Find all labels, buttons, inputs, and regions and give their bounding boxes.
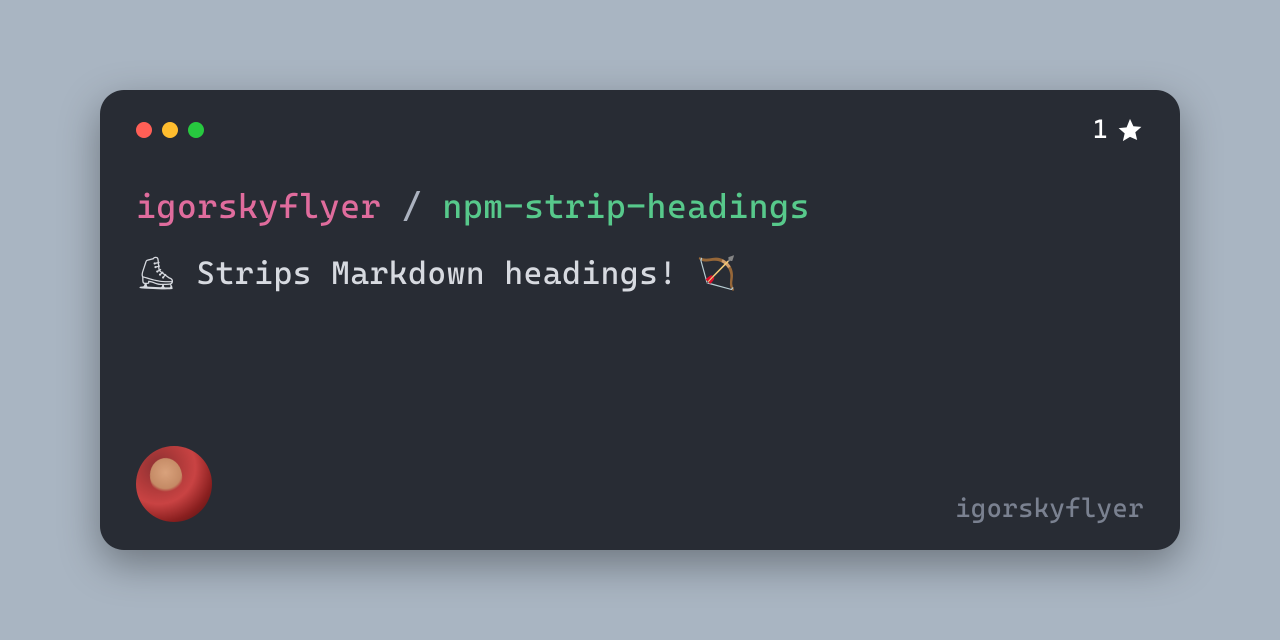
path-separator: / — [401, 186, 442, 226]
close-icon[interactable] — [136, 122, 152, 138]
author-handle[interactable]: igorskyflyer — [955, 494, 1144, 524]
repo-name[interactable]: npm-strip-headings — [442, 186, 810, 226]
avatar[interactable] — [136, 446, 212, 522]
maximize-icon[interactable] — [188, 122, 204, 138]
repo-card: 1 igorskyflyer / npm-strip-headings ⛸ St… — [100, 90, 1180, 550]
repo-owner[interactable]: igorskyflyer — [136, 186, 381, 226]
repo-description: ⛸ Strips Markdown headings! 🏹 — [136, 254, 1144, 292]
repo-path: igorskyflyer / npm-strip-headings — [136, 186, 1144, 226]
minimize-icon[interactable] — [162, 122, 178, 138]
traffic-lights — [136, 122, 204, 138]
star-count: 1 — [1093, 115, 1144, 145]
star-count-value: 1 — [1093, 115, 1108, 145]
window-titlebar: 1 — [136, 118, 1144, 142]
star-icon — [1116, 116, 1144, 144]
